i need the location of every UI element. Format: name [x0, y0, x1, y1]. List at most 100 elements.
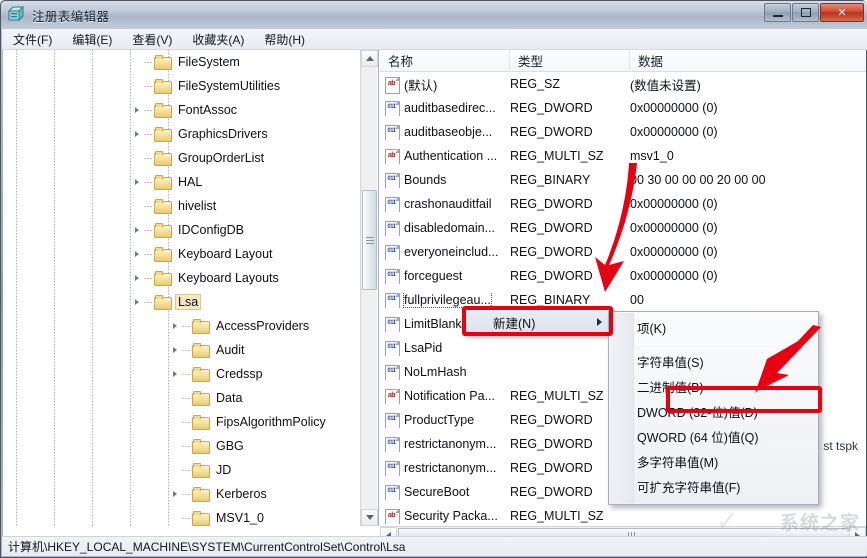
- folder-icon: [154, 175, 172, 190]
- menu-file[interactable]: 文件(F): [4, 29, 61, 50]
- value-name-cell: 011 LsaPid: [380, 340, 510, 356]
- tree-item-kerberos[interactable]: Kerberos: [3, 482, 360, 506]
- folder-icon: [154, 151, 172, 166]
- chevron-right-icon[interactable]: [169, 320, 181, 332]
- table-row[interactable]: 011 disabledomain... REG_DWORD 0x00000000 (…: [380, 216, 866, 240]
- tree-item-idconfigdb[interactable]: IDConfigDB: [3, 218, 360, 242]
- binary-value-icon: 011: [385, 196, 400, 212]
- new-submenu[interactable]: 项(K) 字符串值(S) 二进制值(B) DWORD (32-位)值(D) QW…: [608, 311, 819, 505]
- tree-item-hal[interactable]: HAL: [3, 170, 360, 194]
- table-row[interactable]: 011 fullprivilegeau... REG_BINARY 00: [380, 288, 866, 312]
- column-header-type[interactable]: 类型: [510, 50, 630, 72]
- tree-item-fipsalgorithmpolicy[interactable]: FipsAlgorithmPolicy: [3, 410, 360, 434]
- tree-item-label: Credssp: [216, 367, 263, 381]
- minimize-button[interactable]: [764, 3, 791, 22]
- close-button[interactable]: ✕: [820, 3, 864, 22]
- tree-item-fontassoc[interactable]: FontAssoc: [3, 98, 360, 122]
- tree-item-msv1-0[interactable]: MSV1_0: [3, 506, 360, 526]
- folder-icon: [154, 79, 172, 94]
- menu-view[interactable]: 查看(V): [123, 29, 181, 50]
- table-row[interactable]: 011 crashonauditfail REG_DWORD 0x00000000 (…: [380, 192, 866, 216]
- submenu-item-string-value[interactable]: 字符串值(S): [609, 349, 818, 374]
- chevron-right-icon[interactable]: [169, 344, 181, 356]
- submenu-item-multi-string-value[interactable]: 多字符串值(M): [609, 449, 818, 474]
- column-header-data[interactable]: 数据: [630, 50, 866, 72]
- submenu-item-expandable-string-value[interactable]: 可扩充字符串值(F): [609, 474, 818, 499]
- tree-item-gbg[interactable]: GBG: [3, 434, 360, 458]
- value-name-cell: 011 forceguest: [380, 268, 510, 284]
- table-row[interactable]: ab Security Packa... REG_MULTI_SZ: [380, 504, 866, 526]
- tree-scroll-down-button[interactable]: [361, 509, 378, 526]
- folder-icon: [154, 271, 172, 286]
- table-row[interactable]: 011 forceguest REG_DWORD 0x00000000 (0): [380, 264, 866, 288]
- value-name-cell: ab Security Packa...: [380, 508, 510, 524]
- tree-scroll-port: FileSystem FileSystemUtilities FontAssoc Gr…: [3, 50, 360, 526]
- tree-item-audit[interactable]: Audit: [3, 338, 360, 362]
- table-row[interactable]: ab Authentication ... REG_MULTI_SZ msv1_0: [380, 144, 866, 168]
- maximize-button[interactable]: [792, 3, 819, 22]
- tree-item-keyboard-layout[interactable]: Keyboard Layout: [3, 242, 360, 266]
- chevron-right-icon[interactable]: [131, 272, 143, 284]
- value-name-label: Security Packa...: [404, 509, 498, 523]
- submenu-item-key[interactable]: 项(K): [609, 315, 818, 340]
- tree-item-credssp[interactable]: Credssp: [3, 362, 360, 386]
- submenu-item-qword-value[interactable]: QWORD (64 位)值(Q): [609, 424, 818, 449]
- binary-value-icon: 011: [385, 484, 400, 500]
- tree-item-jd[interactable]: JD: [3, 458, 360, 482]
- value-data-cell: 0x00000000 (0): [630, 101, 718, 115]
- chevron-right-icon[interactable]: [131, 128, 143, 140]
- tree-item-keyboard-layouts[interactable]: Keyboard Layouts: [3, 266, 360, 290]
- status-bar: 计算机\HKEY_LOCAL_MACHINE\SYSTEM\CurrentCon…: [2, 536, 867, 556]
- tree-item-grouporderlist[interactable]: GroupOrderList: [3, 146, 360, 170]
- tree-item-filesystem[interactable]: FileSystem: [3, 50, 360, 74]
- table-row[interactable]: 011 Bounds REG_BINARY 00 30 00 00 00 20 00 …: [380, 168, 866, 192]
- tree-item-lsa[interactable]: Lsa: [3, 290, 360, 314]
- chevron-right-icon[interactable]: [131, 104, 143, 116]
- value-data-cell: 0x00000000 (0): [630, 125, 718, 139]
- chevron-right-icon[interactable]: [169, 368, 181, 380]
- value-name-cell: 011 auditbasedirec...: [380, 100, 510, 116]
- table-row[interactable]: ab (默认) REG_SZ (数值未设置): [380, 72, 866, 96]
- tree-item-hivelist[interactable]: hivelist: [3, 194, 360, 218]
- context-menu[interactable]: 新建(N): [464, 308, 611, 336]
- submenu-item-binary-value[interactable]: 二进制值(B): [609, 374, 818, 399]
- folder-icon: [192, 367, 210, 382]
- registry-tree-pane[interactable]: FileSystem FileSystemUtilities FontAssoc Gr…: [3, 50, 379, 526]
- menu-bar: 文件(F) 编辑(E) 查看(V) 收藏夹(A) 帮助(H): [2, 29, 867, 50]
- tree-connector: [182, 517, 191, 519]
- tree-connector: [182, 445, 191, 447]
- binary-value-icon: 011: [385, 268, 400, 284]
- tree-scroll-thumb[interactable]: [362, 190, 377, 290]
- value-name-cell: 011 crashonauditfail: [380, 196, 510, 212]
- tree-connector: [144, 301, 153, 303]
- tree-item-filesystemutilities[interactable]: FileSystemUtilities: [3, 74, 360, 98]
- submenu-item-dword-value[interactable]: DWORD (32-位)值(D): [609, 399, 818, 424]
- title-bar[interactable]: 注册表编辑器 ✕: [1, 1, 867, 29]
- table-row[interactable]: 011 auditbaseobje... REG_DWORD 0x00000000 (…: [380, 120, 866, 144]
- menu-edit[interactable]: 编辑(E): [63, 29, 121, 50]
- tree-vertical-scrollbar[interactable]: [360, 50, 378, 526]
- column-header-name[interactable]: 名称: [380, 50, 510, 72]
- chevron-right-icon[interactable]: [131, 296, 143, 308]
- table-row[interactable]: 011 auditbasedirec... REG_DWORD 0x00000000 …: [380, 96, 866, 120]
- tree-scroll-up-button[interactable]: [361, 50, 378, 67]
- table-row[interactable]: 011 everyoneinclud... REG_DWORD 0x00000000 …: [380, 240, 866, 264]
- status-bar-path: 计算机\HKEY_LOCAL_MACHINE\SYSTEM\CurrentCon…: [8, 540, 406, 554]
- chevron-right-icon[interactable]: [131, 224, 143, 236]
- tree-item-graphicsdrivers[interactable]: GraphicsDrivers: [3, 122, 360, 146]
- menu-help[interactable]: 帮助(H): [255, 29, 314, 50]
- context-menu-item-new[interactable]: 新建(N): [465, 311, 610, 333]
- value-name-label: restrictanonym...: [404, 461, 497, 475]
- value-name-label: disabledomain...: [404, 221, 496, 235]
- tree-item-accessproviders[interactable]: AccessProviders: [3, 314, 360, 338]
- tree-connector: [182, 325, 191, 327]
- tree-connector: [144, 181, 153, 183]
- chevron-right-icon[interactable]: [131, 176, 143, 188]
- value-data-cell: 0x00000000 (0): [630, 245, 718, 259]
- tree-item-label: JD: [216, 463, 232, 477]
- tree-item-data[interactable]: Data: [3, 386, 360, 410]
- chevron-right-icon[interactable]: [169, 488, 181, 500]
- menu-favorites[interactable]: 收藏夹(A): [183, 29, 253, 50]
- chevron-right-icon[interactable]: [131, 248, 143, 260]
